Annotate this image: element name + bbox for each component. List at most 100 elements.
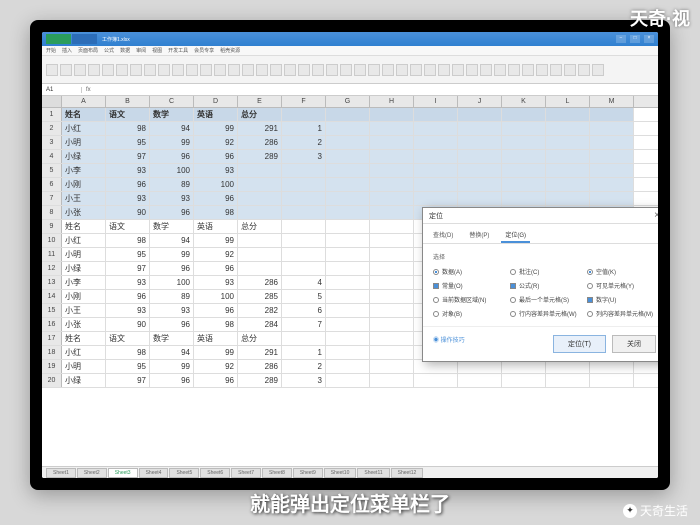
cell[interactable]: 97: [106, 374, 150, 387]
cell[interactable]: 285: [238, 290, 282, 303]
select-all-corner[interactable]: [42, 96, 62, 107]
toolbar-button[interactable]: [256, 64, 268, 76]
cell[interactable]: 小红: [62, 122, 106, 135]
toolbar-button[interactable]: [158, 64, 170, 76]
row-header[interactable]: 12: [42, 262, 62, 275]
sheet-tab[interactable]: Sheet5: [169, 468, 199, 478]
toolbar-button[interactable]: [102, 64, 114, 76]
sheet-tab[interactable]: Sheet4: [139, 468, 169, 478]
cell[interactable]: [414, 178, 458, 191]
cell[interactable]: [370, 332, 414, 345]
cell[interactable]: 数学: [150, 220, 194, 233]
menu-item[interactable]: 会员专享: [194, 47, 214, 54]
row-header[interactable]: 3: [42, 136, 62, 149]
toolbar-button[interactable]: [480, 64, 492, 76]
sheet-tab[interactable]: Sheet7: [231, 468, 261, 478]
cell[interactable]: 语文: [106, 332, 150, 345]
cell[interactable]: 93: [150, 192, 194, 205]
toolbar-button[interactable]: [396, 64, 408, 76]
toolbar-button[interactable]: [60, 64, 72, 76]
cell[interactable]: 99: [150, 248, 194, 261]
cell[interactable]: [370, 360, 414, 373]
toolbar-button[interactable]: [536, 64, 548, 76]
cell[interactable]: 100: [150, 164, 194, 177]
cell[interactable]: [370, 304, 414, 317]
cell[interactable]: 1: [282, 346, 326, 359]
cell[interactable]: 92: [194, 136, 238, 149]
close-button[interactable]: 关闭: [612, 335, 656, 353]
toolbar-button[interactable]: [88, 64, 100, 76]
cell[interactable]: [546, 178, 590, 191]
cell[interactable]: 96: [150, 262, 194, 275]
cell[interactable]: [238, 178, 282, 191]
cell[interactable]: [326, 346, 370, 359]
cell[interactable]: 数学: [150, 332, 194, 345]
sheet-tab[interactable]: Sheet11: [357, 468, 389, 478]
cell[interactable]: [370, 262, 414, 275]
column-header[interactable]: B: [106, 96, 150, 107]
cell[interactable]: 4: [282, 276, 326, 289]
toolbar-button[interactable]: [46, 64, 58, 76]
dialog-tab[interactable]: 替换(P): [465, 228, 493, 243]
cell[interactable]: 98: [106, 346, 150, 359]
help-link[interactable]: ◉ 操作技巧: [433, 335, 465, 353]
cell[interactable]: 93: [194, 164, 238, 177]
cell[interactable]: [282, 234, 326, 247]
sheet-tab[interactable]: Sheet8: [262, 468, 292, 478]
row-header[interactable]: 18: [42, 346, 62, 359]
cell[interactable]: 姓名: [62, 220, 106, 233]
row-header[interactable]: 11: [42, 248, 62, 261]
cell[interactable]: 6: [282, 304, 326, 317]
option-radio[interactable]: 最后一个单元格(S): [510, 295, 579, 304]
menu-item[interactable]: 开始: [46, 47, 56, 54]
cell[interactable]: 90: [106, 206, 150, 219]
cell[interactable]: [370, 220, 414, 233]
cell[interactable]: 282: [238, 304, 282, 317]
toolbar-button[interactable]: [270, 64, 282, 76]
cell[interactable]: [414, 136, 458, 149]
option-radio[interactable]: 数据(A): [433, 267, 502, 276]
cell[interactable]: [326, 192, 370, 205]
cell[interactable]: [282, 248, 326, 261]
cell[interactable]: [370, 346, 414, 359]
cell[interactable]: 语文: [106, 220, 150, 233]
menu-item[interactable]: 插入: [62, 47, 72, 54]
cell[interactable]: 100: [150, 276, 194, 289]
cell[interactable]: 284: [238, 318, 282, 331]
cell[interactable]: 姓名: [62, 108, 106, 121]
cell[interactable]: [502, 374, 546, 387]
cell[interactable]: [414, 108, 458, 121]
cell[interactable]: 96: [194, 150, 238, 163]
cell[interactable]: [326, 122, 370, 135]
cell[interactable]: [458, 108, 502, 121]
column-header[interactable]: L: [546, 96, 590, 107]
row-header[interactable]: 13: [42, 276, 62, 289]
cell[interactable]: [326, 262, 370, 275]
column-header[interactable]: D: [194, 96, 238, 107]
fx-icon[interactable]: fx: [82, 87, 95, 93]
column-header[interactable]: J: [458, 96, 502, 107]
cell[interactable]: [238, 262, 282, 275]
toolbar-button[interactable]: [228, 64, 240, 76]
cell[interactable]: [370, 290, 414, 303]
cell[interactable]: [546, 136, 590, 149]
toolbar-button[interactable]: [494, 64, 506, 76]
cell[interactable]: 95: [106, 360, 150, 373]
cell[interactable]: 小绿: [62, 374, 106, 387]
cell[interactable]: 99: [194, 346, 238, 359]
toolbar-button[interactable]: [326, 64, 338, 76]
cell[interactable]: 3: [282, 374, 326, 387]
cell[interactable]: [370, 122, 414, 135]
cell[interactable]: [414, 150, 458, 163]
cell[interactable]: [282, 192, 326, 205]
cell[interactable]: [590, 136, 634, 149]
cell[interactable]: [590, 178, 634, 191]
column-header[interactable]: G: [326, 96, 370, 107]
dialog-tab[interactable]: 定位(G): [501, 228, 530, 243]
cell[interactable]: 99: [150, 136, 194, 149]
column-header[interactable]: K: [502, 96, 546, 107]
cell[interactable]: 92: [194, 360, 238, 373]
cell[interactable]: 96: [150, 374, 194, 387]
toolbar-button[interactable]: [242, 64, 254, 76]
cell[interactable]: 小李: [62, 164, 106, 177]
